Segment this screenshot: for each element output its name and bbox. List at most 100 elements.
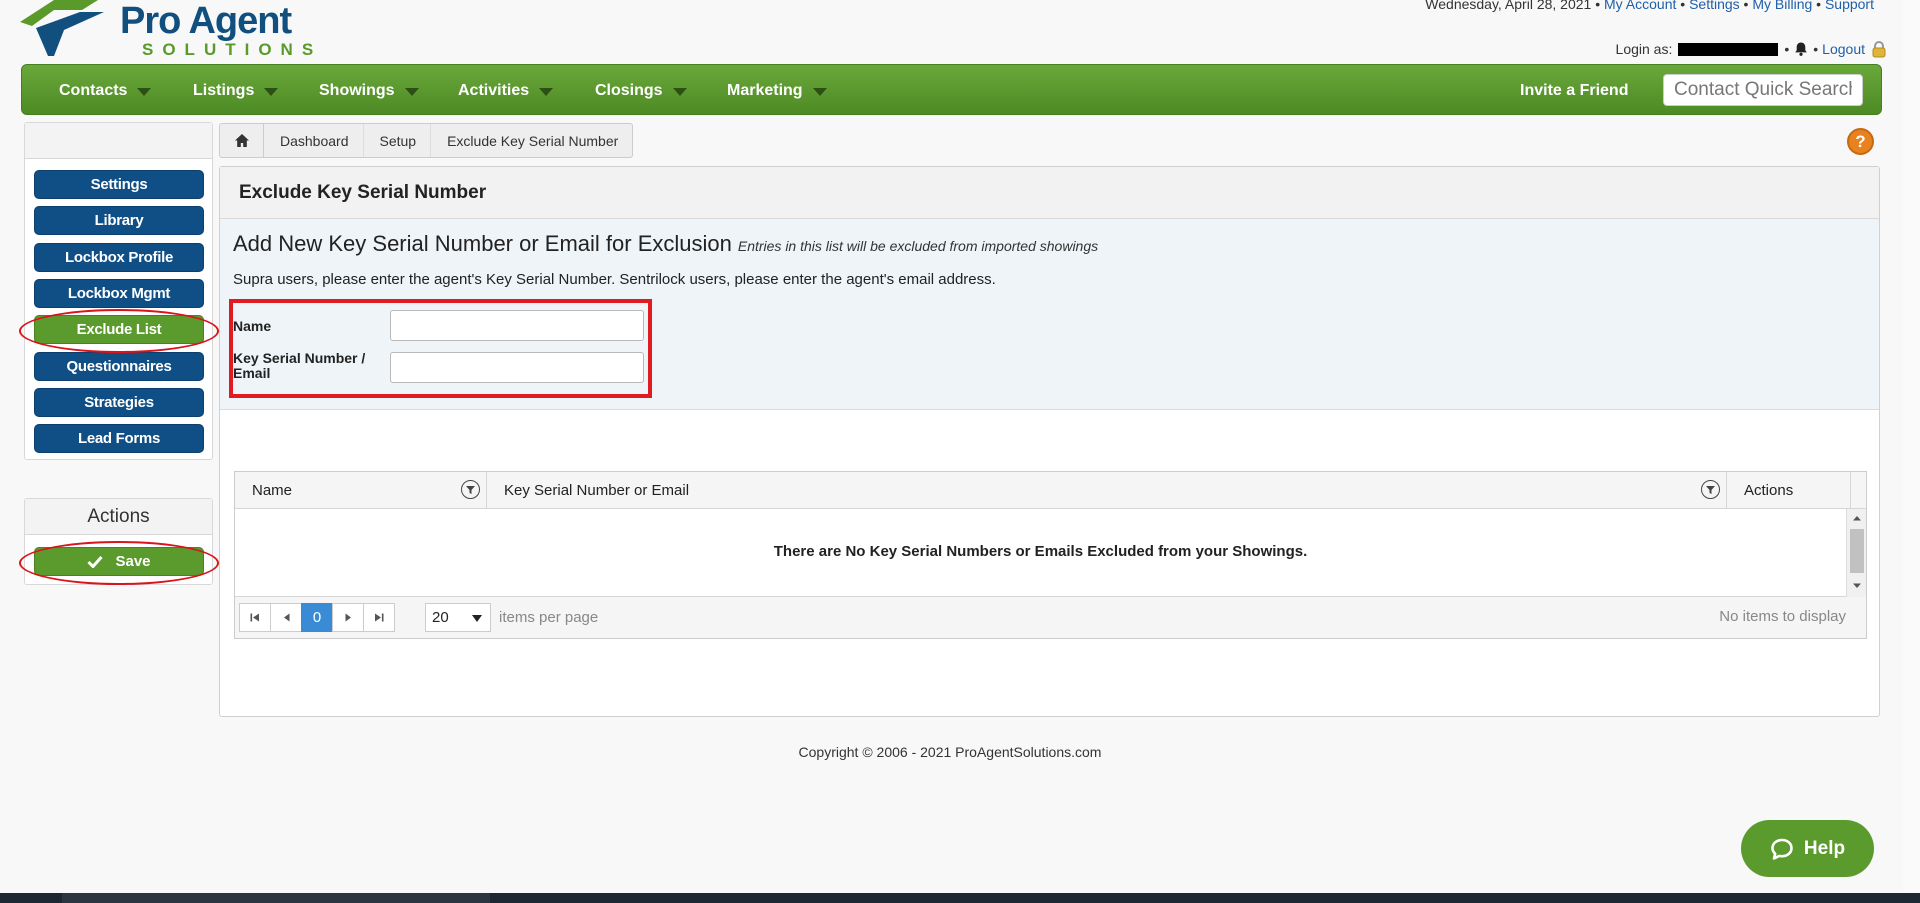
- sidebar-item-lockbox-profile[interactable]: Lockbox Profile: [34, 243, 204, 272]
- grid-scrollbar[interactable]: [1846, 509, 1866, 597]
- nav-activities-label: Activities: [458, 81, 530, 99]
- login-row: Login as: • • Logout: [1616, 40, 1888, 58]
- sidebar-header: [25, 123, 212, 159]
- sidebar-item-questionnaires[interactable]: Questionnaires: [34, 352, 204, 381]
- nav-contacts-label: Contacts: [59, 81, 128, 99]
- filter-icon[interactable]: [1701, 480, 1720, 499]
- login-label: Login as:: [1615, 41, 1673, 57]
- nav-closings[interactable]: Closings: [595, 65, 687, 116]
- breadcrumb-current: Exclude Key Serial Number: [447, 132, 619, 149]
- logo-title: Pro Agent: [120, 0, 292, 42]
- caret-down-icon: [404, 87, 419, 96]
- caret-down-icon: [264, 87, 279, 96]
- page-size-value: 20: [432, 609, 449, 626]
- nav-showings-label: Showings: [319, 81, 395, 99]
- home-icon: [234, 134, 249, 147]
- help-question-icon[interactable]: ?: [1847, 128, 1874, 155]
- help-chat-button[interactable]: Help: [1741, 820, 1874, 877]
- next-page-button[interactable]: [332, 603, 364, 632]
- exclusion-grid: Name Key Serial Number or Email Actions …: [234, 471, 1867, 639]
- sidebar-item-library[interactable]: Library: [34, 206, 204, 235]
- main-nav: Contacts Listings Showings Activities Cl…: [21, 64, 1882, 115]
- breadcrumb-setup[interactable]: Setup: [364, 124, 432, 157]
- logo-subtitle: SOLUTIONS: [142, 40, 323, 59]
- nav-marketing[interactable]: Marketing: [727, 65, 827, 116]
- grid-empty-message: There are No Key Serial Numbers or Email…: [773, 543, 1308, 560]
- highlight-ring-save: [19, 541, 219, 585]
- column-header-key-serial[interactable]: Key Serial Number or Email: [487, 472, 1727, 508]
- breadcrumb: Dashboard Setup Exclude Key Serial Numbe…: [219, 123, 634, 158]
- house-logo-icon: [20, 0, 104, 56]
- my-billing-link[interactable]: My Billing: [1752, 0, 1812, 12]
- logout-link[interactable]: Logout: [1822, 41, 1865, 57]
- app-logo[interactable]: Pro Agent SOLUTIONS: [20, 0, 340, 60]
- caret-down-icon: [539, 87, 554, 96]
- caret-down-icon: [137, 87, 152, 96]
- add-exclusion-form: Add New Key Serial Number or Email for E…: [220, 219, 1879, 410]
- lock-icon[interactable]: [1870, 40, 1888, 58]
- column-name-label: Name: [252, 481, 293, 499]
- separator: •: [1813, 41, 1819, 57]
- nav-showings[interactable]: Showings: [319, 65, 419, 116]
- scroll-down-icon[interactable]: [1852, 583, 1862, 589]
- nav-listings-label: Listings: [193, 81, 255, 99]
- my-account-link[interactable]: My Account: [1604, 0, 1676, 12]
- grid-pager: 0 20 items per page No items to display: [235, 597, 1866, 638]
- caret-down-icon: [472, 615, 482, 622]
- nav-listings[interactable]: Listings: [193, 65, 279, 116]
- last-page-button[interactable]: [363, 603, 395, 632]
- setup-sidebar: Settings Library Lockbox Profile Lockbox…: [24, 122, 213, 460]
- first-page-icon: [250, 613, 259, 622]
- nav-contacts[interactable]: Contacts: [59, 65, 152, 116]
- column-header-name[interactable]: Name: [235, 472, 487, 508]
- taskbar-segment: [62, 893, 490, 903]
- prev-page-icon: [283, 613, 289, 622]
- current-date: Wednesday, April 28, 2021: [1425, 0, 1592, 12]
- page-title: Exclude Key Serial Number: [220, 167, 1879, 219]
- copyright: Copyright © 2006 - 2021 ProAgentSolution…: [798, 744, 1102, 760]
- items-per-page-label: items per page: [499, 609, 599, 626]
- caret-down-icon: [812, 87, 827, 96]
- os-taskbar: [0, 893, 1920, 903]
- chat-bubble-icon: [1771, 838, 1793, 860]
- grid-body: There are No Key Serial Numbers or Email…: [235, 509, 1866, 597]
- actions-title: Actions: [25, 499, 212, 535]
- pager-status: No items to display: [1719, 608, 1846, 625]
- page-size-select[interactable]: 20: [425, 603, 491, 632]
- main-content: Exclude Key Serial Number Add New Key Se…: [219, 166, 1880, 717]
- sidebar-item-lead-forms[interactable]: Lead Forms: [34, 424, 204, 453]
- invite-friend-link[interactable]: Invite a Friend: [1520, 65, 1628, 116]
- help-button-label: Help: [1803, 837, 1846, 859]
- separator: •: [1784, 41, 1790, 57]
- form-note: Entries in this list will be excluded fr…: [737, 238, 1099, 254]
- sidebar-item-strategies[interactable]: Strategies: [34, 388, 204, 417]
- next-page-icon: [345, 613, 351, 622]
- form-heading: Add New Key Serial Number or Email for E…: [233, 231, 1098, 257]
- settings-link[interactable]: Settings: [1689, 0, 1740, 12]
- column-header-actions: Actions: [1727, 472, 1851, 508]
- highlight-box-form-fields: [229, 299, 652, 398]
- grid-header: Name Key Serial Number or Email Actions: [235, 472, 1866, 509]
- sidebar-item-settings[interactable]: Settings: [34, 170, 204, 199]
- nav-activities[interactable]: Activities: [458, 65, 554, 116]
- first-page-button[interactable]: [239, 603, 271, 632]
- column-actions-label: Actions: [1744, 481, 1794, 499]
- support-link[interactable]: Support: [1825, 0, 1874, 12]
- prev-page-button[interactable]: [270, 603, 302, 632]
- top-links: Wednesday, April 28, 2021 • My Account •…: [1425, 0, 1874, 12]
- scrollbar-thumb[interactable]: [1850, 529, 1864, 573]
- page-scrollbar[interactable]: [1903, 0, 1920, 893]
- current-page-button[interactable]: 0: [301, 603, 333, 632]
- redacted-username: [1678, 42, 1779, 56]
- sidebar-item-lockbox-mgmt[interactable]: Lockbox Mgmt: [34, 279, 204, 308]
- last-page-icon: [375, 613, 384, 622]
- form-heading-text: Add New Key Serial Number or Email for E…: [233, 231, 732, 256]
- scroll-up-icon[interactable]: [1852, 515, 1862, 521]
- bell-icon[interactable]: [1793, 41, 1809, 57]
- highlight-ring-exclude-list: [19, 309, 219, 353]
- filter-icon[interactable]: [461, 480, 480, 499]
- contact-quick-search-input[interactable]: [1663, 74, 1863, 106]
- breadcrumb-home[interactable]: [220, 124, 264, 157]
- nav-marketing-label: Marketing: [727, 81, 803, 99]
- breadcrumb-dashboard[interactable]: Dashboard: [264, 124, 364, 157]
